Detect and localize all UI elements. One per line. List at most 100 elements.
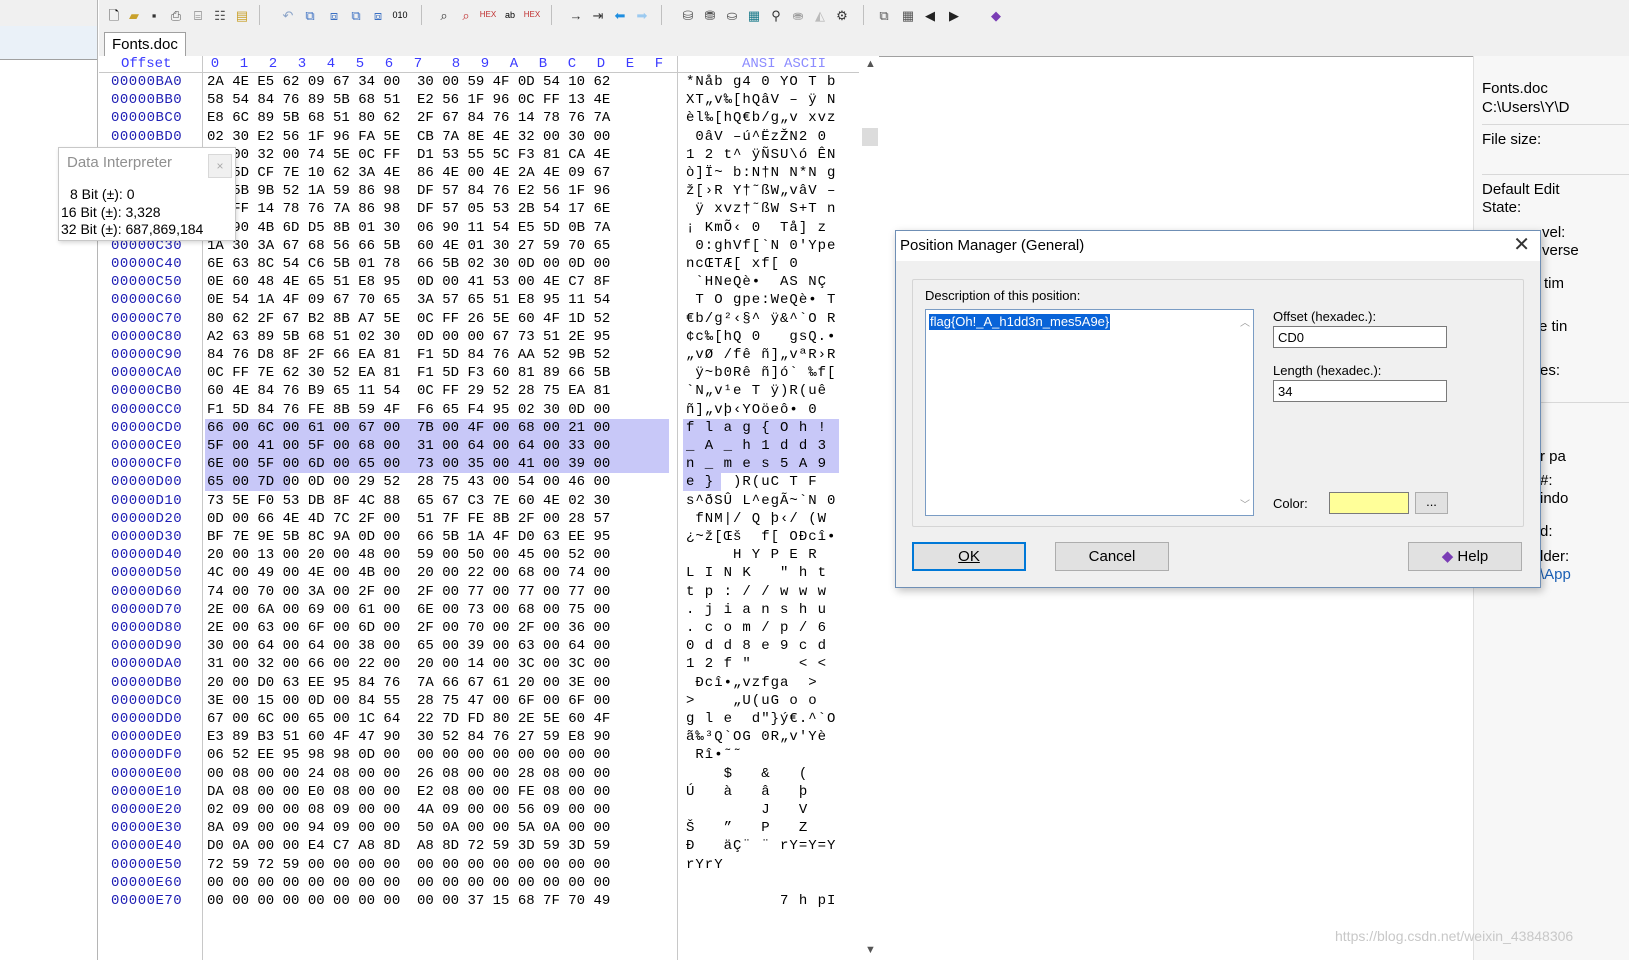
row-hex-bytes[interactable]: 31 00 32 00 74 5E 0C FF D1 53 55 5C F3 8… bbox=[207, 146, 610, 164]
row-hex-bytes[interactable]: 65 00 7D 00 0D 00 29 52 28 75 43 00 54 0… bbox=[207, 473, 610, 491]
replace-hex-icon[interactable]: HEX bbox=[523, 6, 541, 24]
scroll-down-icon[interactable]: ▼ bbox=[865, 944, 876, 956]
row-hex-bytes[interactable]: F1 5D 84 76 FE 8B 59 4F F6 65 F4 95 02 3… bbox=[207, 401, 610, 419]
hex-scrollbar[interactable]: ▲ ▼ bbox=[862, 56, 878, 960]
hex-row[interactable]: 00000C80 A2 63 89 5B 68 51 02 30 0D 00 00… bbox=[99, 328, 859, 346]
row-ansi-text[interactable]: Š ” P Z bbox=[686, 819, 808, 837]
find-hex-icon[interactable]: HEX bbox=[479, 6, 497, 24]
row-hex-bytes[interactable]: A1 90 4B 6D D5 8B 01 30 06 90 11 54 E5 5… bbox=[207, 219, 610, 237]
binary-icon[interactable]: 010 bbox=[391, 6, 409, 24]
row-ansi-text[interactable]: n _ m e s 5 A 9 bbox=[686, 455, 827, 473]
row-ansi-text[interactable]: 0âV –ú^ËzŽN2 0 bbox=[686, 128, 827, 146]
row-ansi-text[interactable]: $ & ( bbox=[686, 765, 808, 783]
find-icon[interactable]: ⌕ bbox=[435, 6, 453, 24]
close-icon[interactable]: ✕ bbox=[1513, 235, 1530, 255]
copy-icon[interactable]: ⧈ bbox=[325, 6, 343, 24]
row-ansi-text[interactable]: ÿ~b0Rê ñ]ó` ‰f[ bbox=[686, 364, 836, 382]
close-icon[interactable]: × bbox=[208, 154, 232, 178]
hex-row[interactable]: 00000E70 00 00 00 00 00 00 00 00 00 00 37… bbox=[99, 892, 859, 910]
hex-row[interactable]: 00000DA0 31 00 32 00 66 00 22 00 20 00 14… bbox=[99, 655, 859, 673]
row-hex-bytes[interactable]: 2E 00 63 00 6F 00 6D 00 2F 00 70 00 2F 0… bbox=[207, 619, 610, 637]
goto-offset-icon[interactable]: → bbox=[567, 6, 585, 24]
scroll-thumb[interactable] bbox=[862, 128, 878, 146]
row-ansi-text[interactable]: XT„v‰[hQâV – ÿ N bbox=[686, 91, 836, 109]
ram-icon[interactable]: ⛀ bbox=[723, 6, 741, 24]
row-hex-bytes[interactable]: 00 00 00 00 00 00 00 00 00 00 00 00 00 0… bbox=[207, 874, 610, 892]
calculator-icon[interactable]: ▦ bbox=[745, 6, 763, 24]
row-hex-bytes[interactable]: 4C 00 49 00 4E 00 4B 00 20 00 22 00 68 0… bbox=[207, 564, 610, 582]
cancel-button[interactable]: Cancel bbox=[1055, 542, 1169, 571]
row-ansi-text[interactable]: L I N K " h t bbox=[686, 564, 827, 582]
row-hex-bytes[interactable]: 0D 00 66 4E 4D 7C 2F 00 51 7F FE 8B 2F 0… bbox=[207, 510, 610, 528]
row-ansi-text[interactable]: ÿ xvz†˜ßW S+T n bbox=[686, 200, 836, 218]
open-folder-icon[interactable]: ▤ bbox=[233, 6, 251, 24]
color-swatch[interactable] bbox=[1329, 492, 1409, 514]
tab-fonts-doc[interactable]: Fonts.doc bbox=[104, 32, 186, 57]
row-ansi-text[interactable]: g l e d"}ý€.^`O bbox=[686, 710, 836, 728]
row-hex-bytes[interactable]: 06 52 EE 95 98 98 0D 00 00 00 00 00 00 0… bbox=[207, 746, 610, 764]
hex-row[interactable]: 00000CB0 60 4E 84 76 B9 65 11 54 0C FF 29… bbox=[99, 382, 859, 400]
row-hex-bytes[interactable]: D0 0A 00 00 E4 C7 A8 8D A8 8D 72 59 3D 5… bbox=[207, 837, 610, 855]
hex-row[interactable]: 00000D30 BF 7E 9E 5B 8C 9A 0D 00 66 5B 1A… bbox=[99, 528, 859, 546]
row-hex-bytes[interactable]: 74 00 70 00 3A 00 2F 00 2F 00 77 00 77 0… bbox=[207, 583, 610, 601]
row-hex-bytes[interactable]: 6E 00 5F 00 6D 00 65 00 73 00 35 00 41 0… bbox=[207, 455, 610, 473]
chevron-down-icon[interactable]: ﹀ bbox=[1240, 496, 1250, 511]
hex-row[interactable]: 00000DB0 20 00 D0 63 EE 95 84 76 7A 66 67… bbox=[99, 674, 859, 692]
scroll-up-icon[interactable]: ▲ bbox=[865, 58, 876, 70]
hex-row[interactable]: 00000BC0 E8 6C 89 5B 68 51 80 62 2F 67 84… bbox=[99, 109, 859, 127]
hex-row[interactable]: 00000E50 72 59 72 59 00 00 00 00 00 00 00… bbox=[99, 856, 859, 874]
goto-sector-icon[interactable]: ⇥ bbox=[589, 6, 607, 24]
row-hex-bytes[interactable]: 0C FF 14 78 76 7A 86 98 DF 57 05 53 2B 5… bbox=[207, 200, 610, 218]
row-ansi-text[interactable]: ¢c‰[hQ 0 gsQ.• bbox=[686, 328, 836, 346]
disk-icon[interactable]: ⛁ bbox=[679, 6, 697, 24]
hex-row[interactable]: 00000DE0 E3 89 B3 51 60 4F 47 90 30 52 84… bbox=[99, 728, 859, 746]
hex-row[interactable]: 00000E60 00 00 00 00 00 00 00 00 00 00 00… bbox=[99, 874, 859, 892]
row-ansi-text[interactable]: Ð äÇ¨ ¨ rY=Y=Y bbox=[686, 837, 836, 855]
row-ansi-text[interactable]: H Y P E R bbox=[686, 546, 818, 564]
row-hex-bytes[interactable]: 3E 00 15 00 0D 00 84 55 28 75 47 00 6F 0… bbox=[207, 692, 610, 710]
new-file-icon[interactable]: 🗋 bbox=[105, 6, 123, 24]
description-scrollbar[interactable]: ︿ ﹀ bbox=[1236, 310, 1253, 515]
hex-row[interactable]: 00000CF0 6E 00 5F 00 6D 00 65 00 73 00 35… bbox=[99, 455, 859, 474]
hex-row[interactable]: 00000DC0 3E 00 15 00 0D 00 84 55 28 75 47… bbox=[99, 692, 859, 710]
row-hex-bytes[interactable]: 20 00 13 00 20 00 48 00 59 00 50 00 45 0… bbox=[207, 546, 610, 564]
row-hex-bytes[interactable]: 84 76 D8 8F 2F 66 EA 81 F1 5D 84 76 AA 5… bbox=[207, 346, 610, 364]
row-ansi-text[interactable]: Rî•˜˜ bbox=[686, 746, 742, 764]
ok-button[interactable]: OK bbox=[912, 542, 1026, 571]
hex-row[interactable]: 00000D80 2E 00 63 00 6F 00 6D 00 2F 00 70… bbox=[99, 619, 859, 637]
prev-position-icon[interactable]: ◀ bbox=[921, 6, 939, 24]
hex-row[interactable]: 00000D00 65 00 7D 00 0D 00 29 52 28 75 43… bbox=[99, 473, 859, 492]
row-ansi-text[interactable]: ñ]„vþ‹YOöeô• 0 bbox=[686, 401, 818, 419]
row-hex-bytes[interactable]: 9E 5B 9B 52 1A 59 86 98 DF 57 84 76 E2 5… bbox=[207, 182, 610, 200]
print-preview-icon[interactable]: ⌸ bbox=[189, 6, 207, 24]
hex-row[interactable]: 00000CE0 5F 00 41 00 5F 00 68 00 31 00 64… bbox=[99, 437, 859, 455]
row-hex-bytes[interactable]: 80 62 2F 67 B2 8B A7 5E 0C FF 26 5E 60 4… bbox=[207, 310, 610, 328]
row-ansi-text[interactable]: e } )R(uC T F bbox=[686, 473, 818, 491]
hex-row[interactable]: 00000BD0 02 30 E2 56 1F 96 FA 5E CB 7A 8E… bbox=[99, 128, 859, 146]
save-icon[interactable]: ▪ bbox=[145, 6, 163, 24]
row-ansi-text[interactable]: 0 d d 8 e 9 c d bbox=[686, 637, 827, 655]
add-position-icon[interactable]: ▶ bbox=[945, 6, 963, 24]
row-hex-bytes[interactable]: 5F 00 41 00 5F 00 68 00 31 00 64 00 64 0… bbox=[207, 437, 610, 455]
row-hex-bytes[interactable]: 66 00 6C 00 61 00 67 00 7B 00 4F 00 68 0… bbox=[207, 419, 610, 437]
row-hex-bytes[interactable]: 8A 09 00 00 94 09 00 00 50 0A 00 00 5A 0… bbox=[207, 819, 610, 837]
chevron-up-icon[interactable]: ︿ bbox=[1240, 314, 1250, 329]
hex-row[interactable]: 00000DF0 06 52 EE 95 98 98 0D 00 00 00 00… bbox=[99, 746, 859, 764]
row-ansi-text[interactable]: €b/g²‹§^ ÿ&^`O R bbox=[686, 310, 836, 328]
row-hex-bytes[interactable]: F2 5D CF 7E 10 62 3A 4E 86 4E 00 4E 2A 4… bbox=[207, 164, 610, 182]
description-value[interactable]: flag{Oh!_A_h1dd3n_mes5A9e} bbox=[929, 314, 1111, 330]
row-hex-bytes[interactable]: 0C FF 7E 62 30 52 EA 81 F1 5D F3 60 81 8… bbox=[207, 364, 610, 382]
description-textarea[interactable]: flag{Oh!_A_h1dd3n_mes5A9e} ︿ ﹀ bbox=[925, 309, 1254, 516]
row-ansi-text[interactable]: 0:ghVf[`N 0'Ype bbox=[686, 237, 836, 255]
table-icon[interactable]: ▦ bbox=[899, 6, 917, 24]
hex-row[interactable]: 00000C70 80 62 2F 67 B2 8B A7 5E 0C FF 26… bbox=[99, 310, 859, 328]
row-hex-bytes[interactable]: 02 30 E2 56 1F 96 FA 5E CB 7A 8E 4E 32 0… bbox=[207, 128, 610, 146]
row-hex-bytes[interactable]: 02 09 00 00 08 09 00 00 4A 09 00 00 56 0… bbox=[207, 801, 610, 819]
hex-row[interactable]: 00000E10 DA 08 00 00 E0 08 00 00 E2 08 00… bbox=[99, 783, 859, 801]
hex-row[interactable]: 00000CC0 F1 5D 84 76 FE 8B 59 4F F6 65 F4… bbox=[99, 401, 859, 419]
row-ansi-text[interactable]: 7 h pI bbox=[686, 892, 836, 910]
disk-tools-icon[interactable]: ⛂ bbox=[789, 6, 807, 24]
row-hex-bytes[interactable]: 67 00 6C 00 65 00 1C 64 22 7D FD 80 2E 5… bbox=[207, 710, 610, 728]
hex-row[interactable]: 00000C40 6E 63 8C 54 C6 5B 01 78 66 5B 02… bbox=[99, 255, 859, 273]
analysis-icon[interactable]: ◭ bbox=[811, 6, 829, 24]
